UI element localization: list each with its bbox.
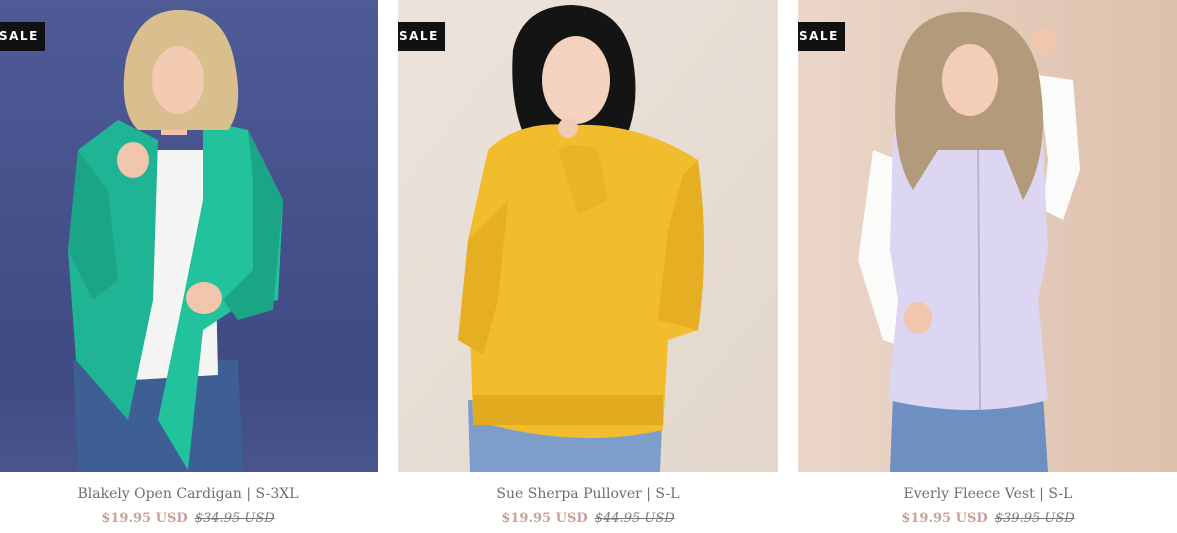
product-photo-vest	[798, 0, 1177, 472]
sale-badge: SALE	[398, 22, 445, 51]
product-photo-cardigan	[0, 0, 378, 472]
price-row: $19.95 USD $34.95 USD	[0, 511, 378, 526]
sale-badge: SALE	[0, 22, 45, 51]
product-grid: SALE Blakely Open Cardigan | S-3XL $19.9…	[0, 0, 1177, 533]
product-image[interactable]: SALE	[798, 0, 1177, 472]
sale-price: $19.95 USD	[901, 511, 988, 526]
sale-price: $19.95 USD	[501, 511, 588, 526]
sale-badge: SALE	[798, 22, 845, 51]
original-price: $44.95 USD	[594, 511, 675, 526]
product-photo-pullover	[398, 0, 778, 472]
price-row: $19.95 USD $44.95 USD	[398, 511, 778, 526]
product-card[interactable]: SALE Everly Fleece Vest | S-L $19.95 USD…	[798, 0, 1177, 533]
product-title[interactable]: Blakely Open Cardigan | S-3XL	[0, 486, 378, 502]
product-image[interactable]: SALE	[398, 0, 778, 472]
price-row: $19.95 USD $39.95 USD	[798, 511, 1177, 526]
product-title[interactable]: Everly Fleece Vest | S-L	[798, 486, 1177, 502]
product-card[interactable]: SALE Blakely Open Cardigan | S-3XL $19.9…	[0, 0, 378, 533]
original-price: $34.95 USD	[194, 511, 275, 526]
original-price: $39.95 USD	[994, 511, 1075, 526]
product-card[interactable]: SALE Sue Sherpa Pullover | S-L $19.95 US…	[398, 0, 778, 533]
product-image[interactable]: SALE	[0, 0, 378, 472]
product-title[interactable]: Sue Sherpa Pullover | S-L	[398, 486, 778, 502]
sale-price: $19.95 USD	[101, 511, 188, 526]
